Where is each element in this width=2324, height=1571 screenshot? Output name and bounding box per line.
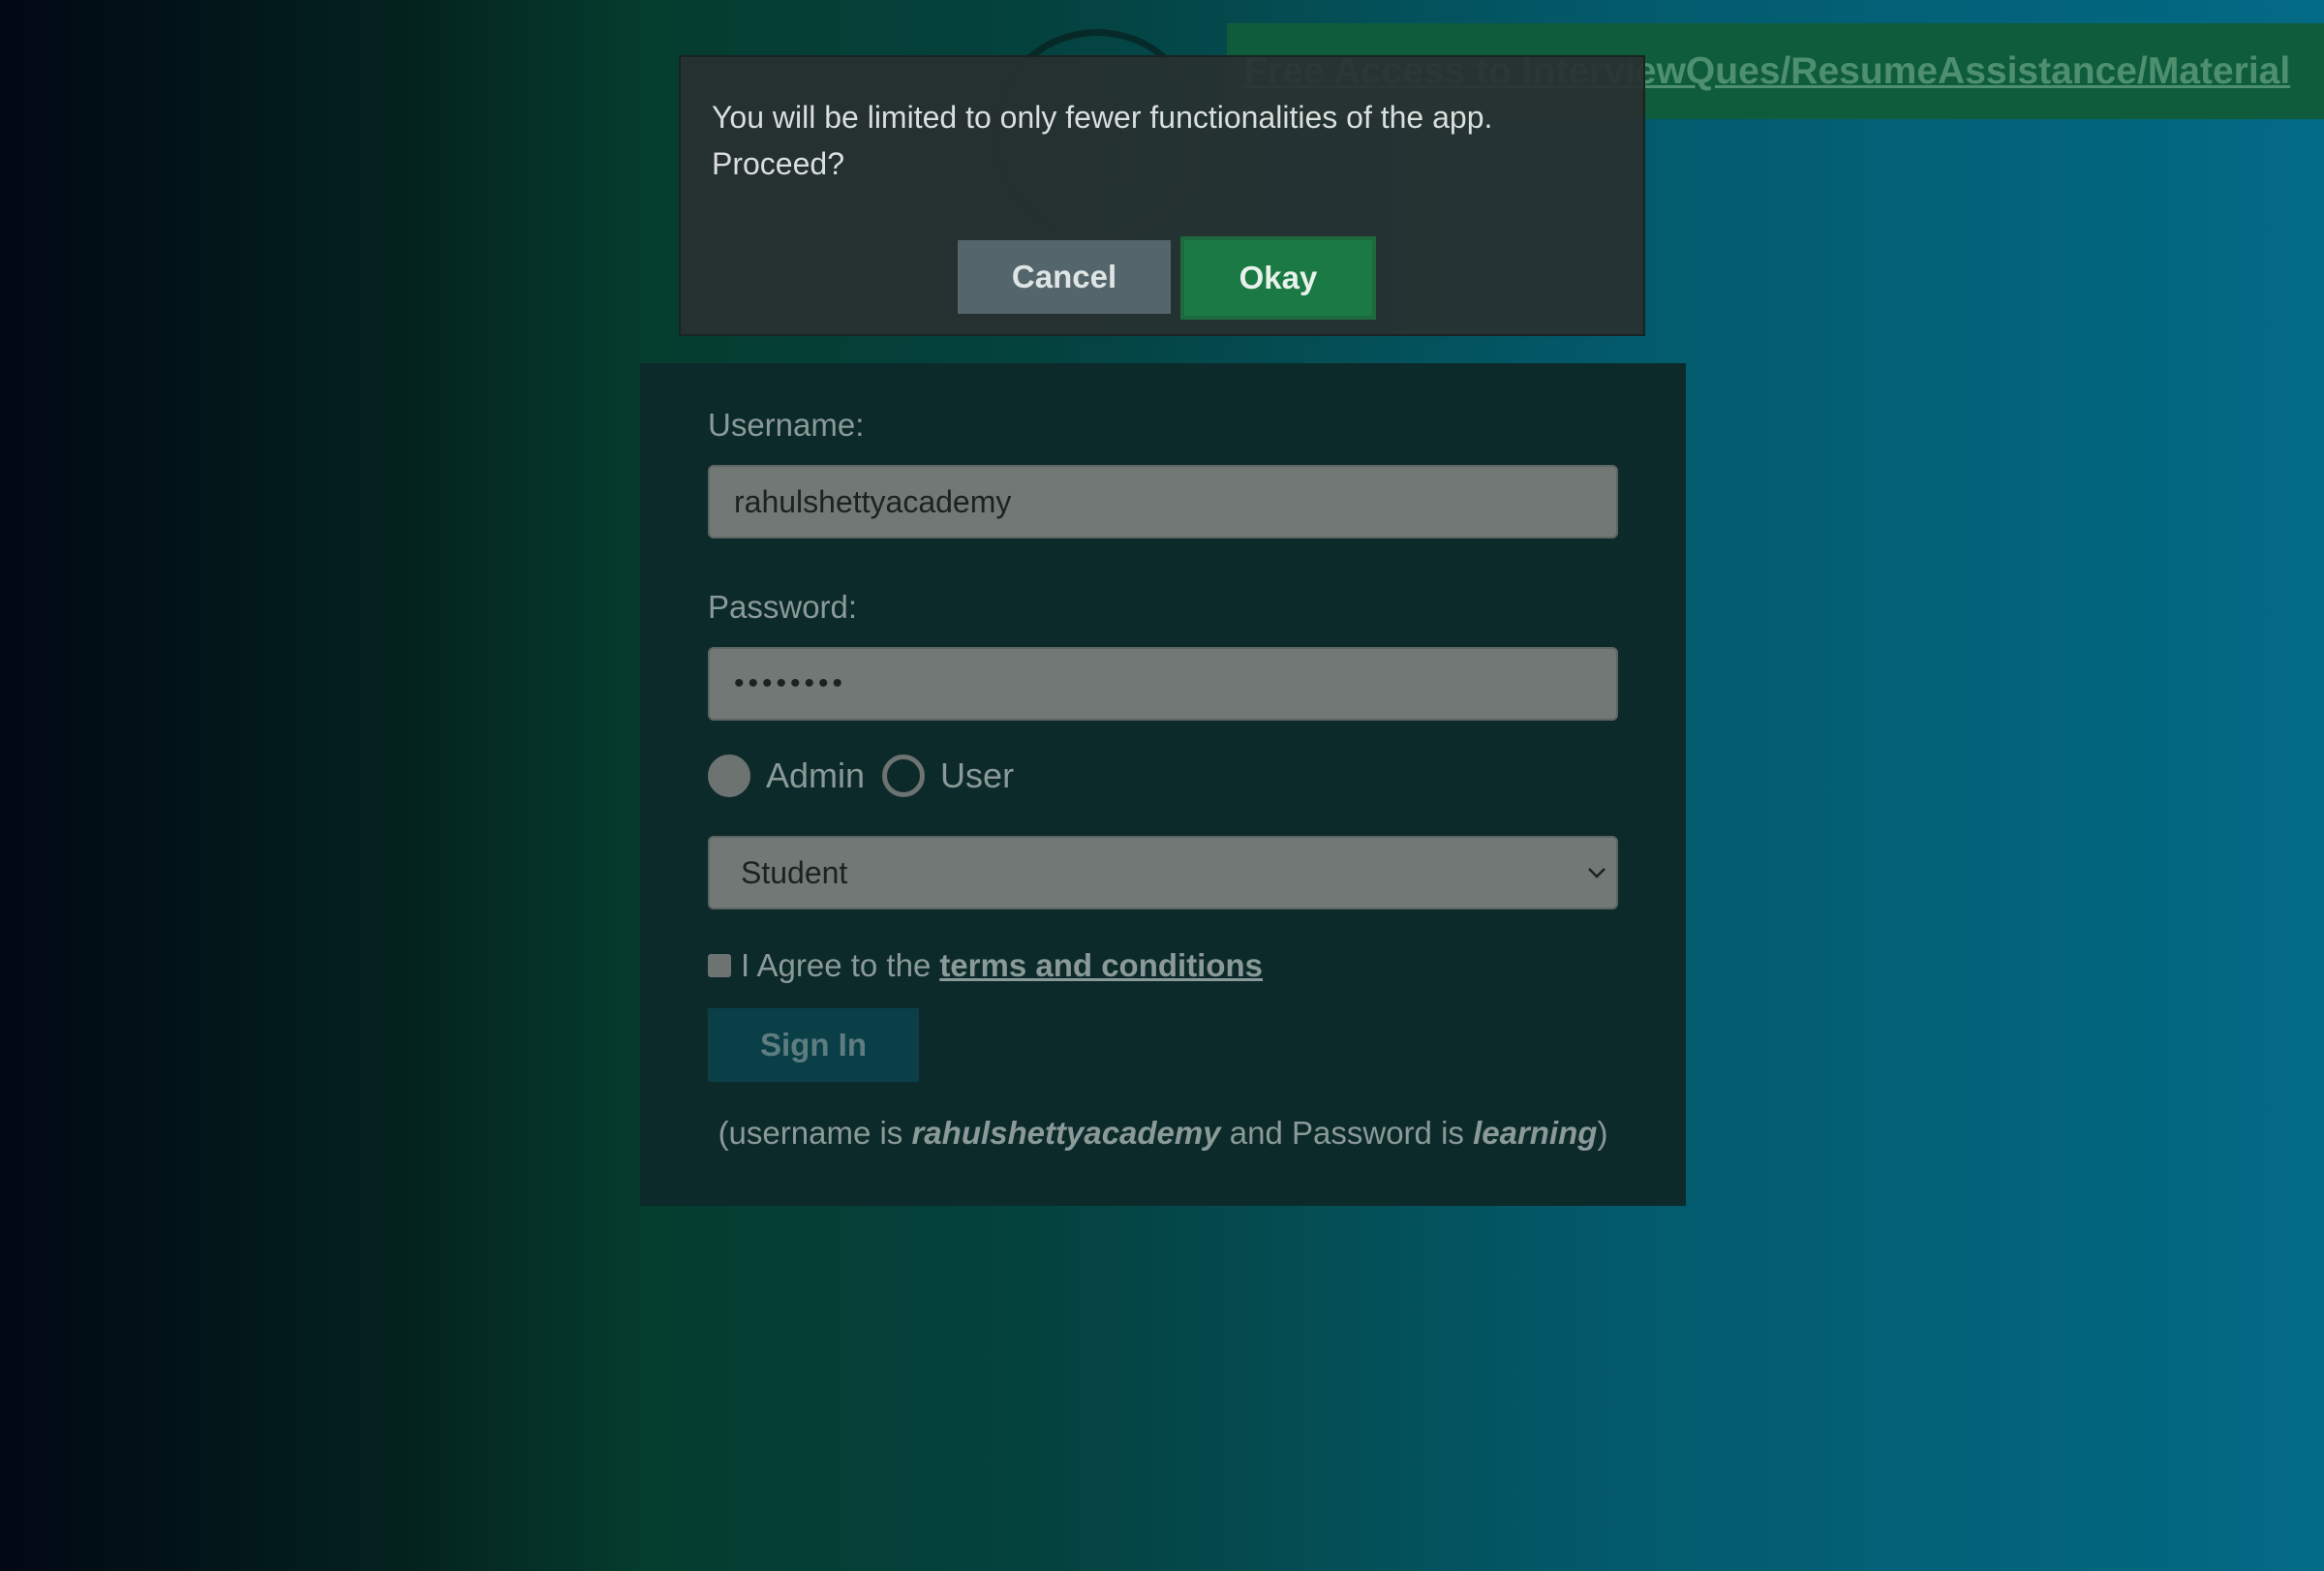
username-value: rahulshettyacademy — [734, 483, 1012, 519]
password-input[interactable]: •••••••• — [708, 647, 1618, 721]
user-radio[interactable] — [882, 755, 926, 797]
role-select[interactable]: Student — [708, 836, 1618, 909]
terms-row: I Agree to the terms and conditions — [708, 944, 1618, 987]
username-label: Username: — [708, 407, 865, 443]
terms-prefix: I Agree to the — [741, 947, 932, 983]
terms-link[interactable]: terms and conditions — [939, 947, 1263, 984]
terms-checkbox[interactable] — [708, 954, 731, 977]
dialog-buttons: Cancel Okay — [958, 236, 1376, 320]
confirm-dialog: You will be limited to only fewer functi… — [679, 55, 1645, 336]
password-value: •••••••• — [734, 667, 847, 699]
okay-button[interactable]: Okay — [1180, 236, 1376, 320]
hint-close: ) — [1597, 1115, 1608, 1151]
username-input[interactable]: rahulshettyacademy — [708, 465, 1618, 539]
admin-radio-label[interactable]: Admin — [766, 755, 865, 796]
sign-in-button[interactable]: Sign In — [708, 1008, 919, 1082]
login-card: Username: rahulshettyacademy Password: •… — [640, 363, 1686, 1206]
hint-middle: and Password is — [1229, 1115, 1464, 1151]
dialog-message: You will be limited to only fewer functi… — [712, 100, 1493, 181]
hint-open: (username is — [718, 1115, 903, 1151]
hint-username: rahulshettyacademy — [911, 1115, 1221, 1151]
hint-password: learning — [1473, 1115, 1598, 1151]
admin-radio[interactable] — [708, 755, 750, 797]
chevron-down-icon — [1588, 868, 1605, 878]
role-select-value: Student — [741, 854, 848, 890]
credentials-hint: (username is rahulshettyacademy and Pass… — [708, 1115, 1618, 1152]
user-radio-label[interactable]: User — [940, 755, 1014, 796]
cancel-button[interactable]: Cancel — [958, 240, 1171, 314]
role-radio-group: Admin User — [708, 753, 1618, 799]
password-label: Password: — [708, 589, 858, 625]
